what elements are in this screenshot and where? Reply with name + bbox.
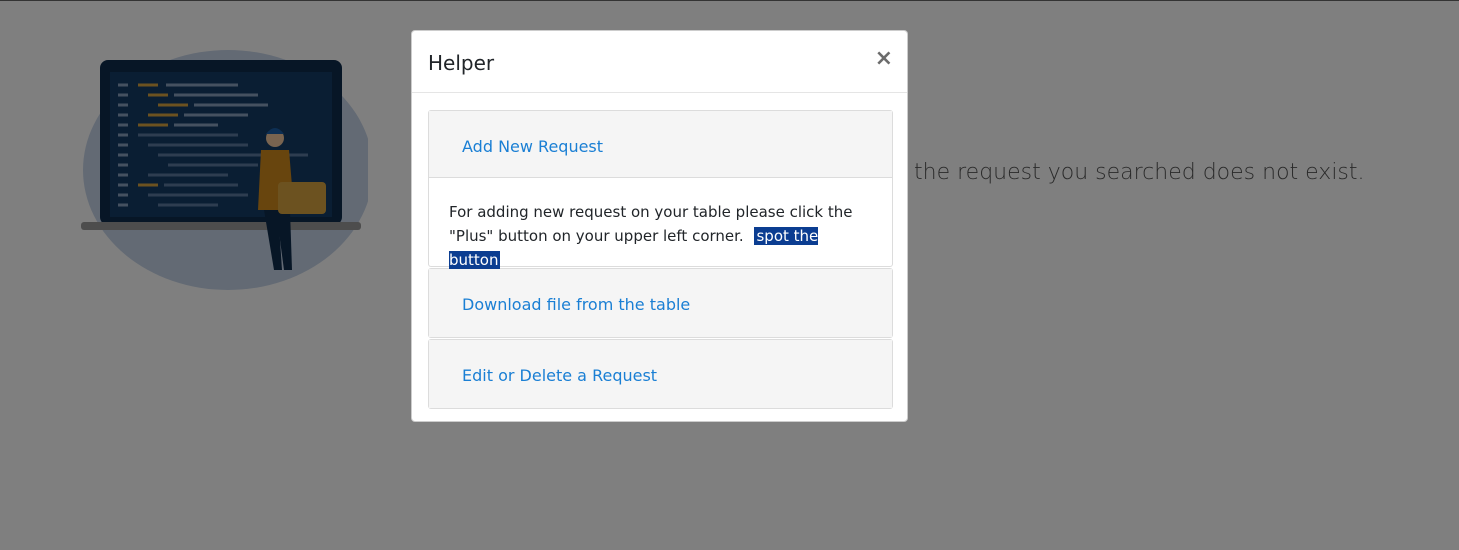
accordion-link-add-request[interactable]: Add New Request	[462, 137, 603, 156]
helper-accordion: Add New Request For adding new request o…	[428, 110, 893, 409]
accordion-body-add-request: For adding new request on your table ple…	[429, 178, 892, 269]
accordion-header-download[interactable]: Download file from the table	[429, 269, 892, 337]
accordion-link-edit-delete[interactable]: Edit or Delete a Request	[462, 366, 657, 385]
accordion-header-add-request[interactable]: Add New Request	[429, 111, 892, 178]
accordion-header-edit-delete[interactable]: Edit or Delete a Request	[429, 340, 892, 408]
accordion-card-add-request: Add New Request For adding new request o…	[428, 110, 893, 269]
modal-header: Helper ×	[412, 31, 907, 93]
top-border	[0, 0, 1459, 1]
accordion-link-download[interactable]: Download file from the table	[462, 295, 690, 314]
accordion-card-download: Download file from the table	[428, 268, 893, 338]
close-icon[interactable]: ×	[875, 48, 893, 70]
accordion-card-edit-delete: Edit or Delete a Request	[428, 339, 893, 409]
modal-title: Helper	[428, 51, 495, 75]
helper-modal: Helper × Add New Request For adding new …	[411, 30, 908, 422]
